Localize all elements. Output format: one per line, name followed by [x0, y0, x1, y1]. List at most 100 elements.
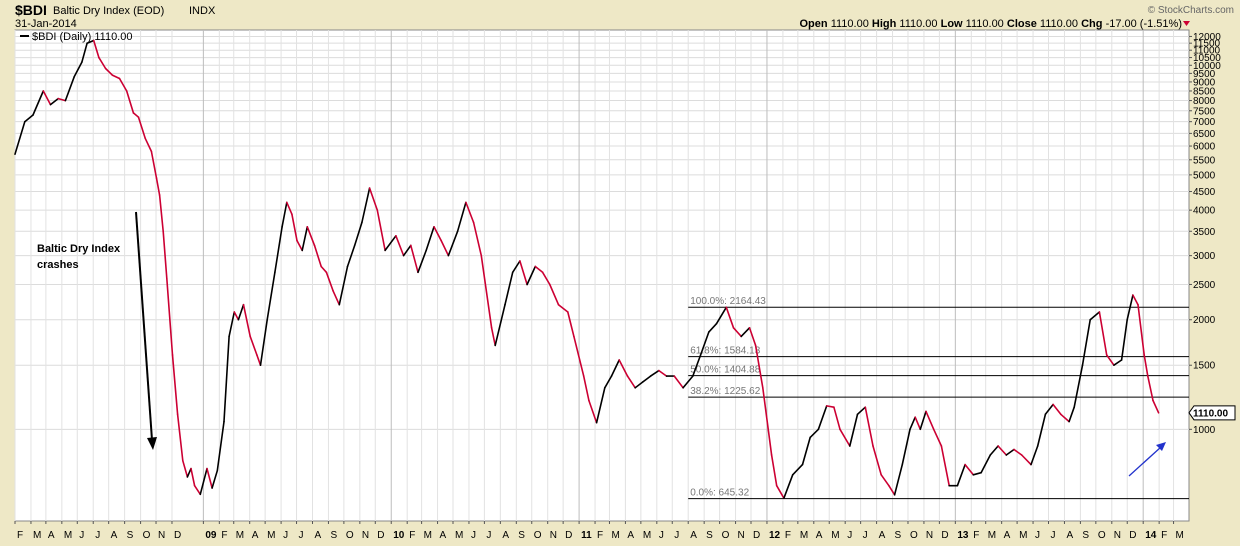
x-tick-label: M [267, 530, 275, 541]
x-tick-label: 11 [581, 530, 592, 541]
x-tick-label: J [863, 530, 868, 541]
x-tick-label: M [455, 530, 463, 541]
x-tick-label: F [597, 530, 603, 541]
x-tick-label: S [706, 530, 713, 541]
x-tick-label: M [236, 530, 244, 541]
x-tick-label: D [377, 530, 384, 541]
legend: $BDI (Daily) 1110.00 [20, 31, 132, 43]
x-tick-label: A [252, 530, 259, 541]
x-tick-label: M [643, 530, 651, 541]
y-tick-label: 1500 [1193, 361, 1216, 372]
x-tick-label: J [486, 530, 491, 541]
x-tick-label: F [17, 530, 23, 541]
x-tick-label: M [1176, 530, 1184, 541]
price-chart: $BDI Baltic Dry Index (EOD) INDX 31-Jan-… [14, 2, 1236, 541]
x-tick-label: 13 [957, 530, 969, 541]
x-tick-label: F [409, 530, 415, 541]
x-axis: F M A M J J A S O N D 09 F M A M J J A S O N D 10 F M A M J J A S O N D 11 F… [14, 521, 1184, 541]
x-tick-label: J [79, 530, 84, 541]
x-tick-label: A [111, 530, 118, 541]
y-tick-label: 3000 [1193, 251, 1216, 262]
fib-level-label: 50.0%: 1404.88 [690, 365, 760, 376]
y-tick-label: 2000 [1193, 315, 1216, 326]
x-tick-label: O [1098, 530, 1106, 541]
x-tick-label: O [910, 530, 918, 541]
fib-level-label: 100.0%: 2164.43 [690, 296, 766, 307]
x-tick-label: 14 [1145, 530, 1157, 541]
y-tick-label: 2500 [1193, 280, 1216, 291]
y-tick-label: 1000 [1193, 425, 1216, 436]
x-tick-label: M [611, 530, 619, 541]
x-tick-label: M [1019, 530, 1027, 541]
x-tick-label: J [471, 530, 476, 541]
x-tick-label: F [973, 530, 979, 541]
x-tick-label: N [158, 530, 165, 541]
x-tick-label: 09 [205, 530, 217, 541]
watermark: © StockCharts.com [1148, 5, 1234, 16]
x-tick-label: F [1161, 530, 1167, 541]
x-tick-label: A [48, 530, 55, 541]
x-tick-label: D [174, 530, 181, 541]
x-tick-label: A [627, 530, 634, 541]
plot-area [14, 29, 1190, 522]
y-tick-label: 5500 [1193, 155, 1216, 166]
last-value-tag: 1110.00 [1188, 405, 1236, 421]
x-tick-label: D [1129, 530, 1136, 541]
x-tick-label: M [424, 530, 432, 541]
y-tick-label: 4000 [1193, 206, 1216, 217]
y-tick-label: 7500 [1193, 106, 1216, 117]
x-tick-label: J [1050, 530, 1055, 541]
x-tick-label: O [534, 530, 542, 541]
x-tick-label: A [502, 530, 509, 541]
x-tick-label: J [659, 530, 664, 541]
x-tick-label: N [550, 530, 557, 541]
quote-line: Open 1110.00 High 1110.00 Low 1110.00 Cl… [800, 18, 1183, 30]
x-tick-label: M [988, 530, 996, 541]
x-tick-label: A [1066, 530, 1073, 541]
x-tick-label: O [346, 530, 354, 541]
x-tick-label: F [785, 530, 791, 541]
symbol-title: $BDI [15, 2, 47, 18]
down-triangle-icon [1183, 21, 1190, 26]
y-tick-label: 6000 [1193, 142, 1216, 153]
x-tick-label: A [816, 530, 823, 541]
x-tick-label: N [1114, 530, 1121, 541]
x-tick-label: J [283, 530, 288, 541]
x-tick-label: M [64, 530, 72, 541]
legend-label: $BDI (Daily) 1110.00 [32, 31, 132, 43]
as-of-date: 31-Jan-2014 [15, 18, 77, 30]
x-tick-label: A [1004, 530, 1011, 541]
x-tick-label: S [518, 530, 525, 541]
x-tick-label: J [847, 530, 852, 541]
x-tick-label: S [330, 530, 337, 541]
y-tick-label: 8000 [1193, 96, 1216, 107]
x-tick-label: A [440, 530, 447, 541]
x-tick-label: N [362, 530, 369, 541]
x-tick-label: M [800, 530, 808, 541]
x-tick-label: S [1082, 530, 1089, 541]
x-tick-label: F [221, 530, 227, 541]
x-tick-label: J [95, 530, 100, 541]
x-tick-label: J [1035, 530, 1040, 541]
y-tick-label: 4500 [1193, 187, 1216, 198]
x-tick-label: N [926, 530, 933, 541]
y-tick-label: 3500 [1193, 227, 1216, 238]
y-tick-label: 6500 [1193, 129, 1216, 140]
index-name: Baltic Dry Index (EOD) [53, 5, 164, 17]
x-tick-label: D [565, 530, 572, 541]
x-tick-label: D [753, 530, 760, 541]
x-tick-label: S [127, 530, 134, 541]
x-tick-label: A [879, 530, 886, 541]
x-tick-label: N [738, 530, 745, 541]
y-tick-label: 12000 [1193, 32, 1221, 43]
x-tick-label: O [143, 530, 151, 541]
fib-level-label: 38.2%: 1225.62 [690, 386, 760, 397]
x-tick-label: A [690, 530, 697, 541]
x-tick-label: O [722, 530, 730, 541]
x-tick-label: J [299, 530, 304, 541]
last-value-tag-text: 1110.00 [1193, 408, 1228, 419]
x-tick-label: D [941, 530, 948, 541]
y-tick-label: 5000 [1193, 170, 1216, 181]
fib-level-label: 0.0%: 645.32 [690, 488, 749, 499]
x-tick-label: A [314, 530, 321, 541]
